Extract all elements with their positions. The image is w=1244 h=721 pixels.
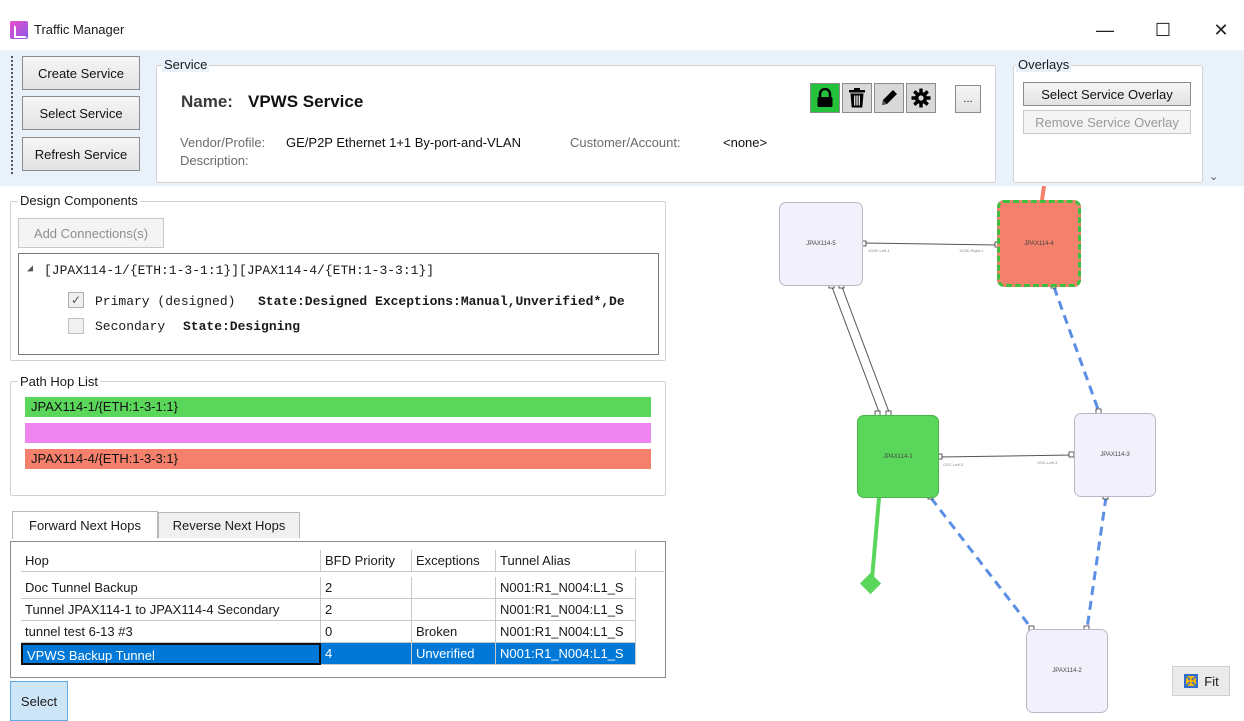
cell-hop[interactable]: Doc Tunnel Backup xyxy=(21,577,321,599)
cell-exceptions[interactable]: Unverified xyxy=(412,643,496,665)
tree-expand-icon[interactable]: ◢ xyxy=(27,263,33,275)
secondary-state: State:Designing xyxy=(183,319,301,334)
settings-button[interactable] xyxy=(906,83,936,113)
gear-icon xyxy=(911,88,931,108)
cell-bfd-priority[interactable]: 0 xyxy=(321,621,412,643)
customer-account-value: <none> xyxy=(723,135,768,150)
customer-account-label: Customer/Account: xyxy=(570,135,681,150)
cell-bfd-priority[interactable]: 2 xyxy=(321,599,412,621)
fit-label: Fit xyxy=(1204,673,1219,689)
svg-text:OSC-Left-3: OSC-Left-3 xyxy=(943,462,964,467)
secondary-label[interactable]: Secondary xyxy=(95,319,165,334)
path-hop-list-label: Path Hop List xyxy=(18,374,101,389)
column-header-hop[interactable]: Hop xyxy=(21,550,321,572)
select-button[interactable]: Select xyxy=(10,681,68,721)
link-jpax114-5-to-jpax114-1-a[interactable] xyxy=(831,286,880,413)
primary-label[interactable]: Primary (designed) xyxy=(95,294,235,309)
select-service-button[interactable]: Select Service xyxy=(22,96,140,130)
service-name-label: Name: xyxy=(181,92,233,111)
tab-reverse-next-hops[interactable]: Reverse Next Hops xyxy=(158,512,300,538)
link-stub xyxy=(1040,186,1046,201)
path-hop-item[interactable]: JPAX114-1/{ETH:1-3-1:1} xyxy=(25,397,651,417)
lock-button[interactable] xyxy=(810,83,840,113)
node-jpax114-3[interactable]: JPAX114-3 xyxy=(1074,413,1156,497)
app-icon xyxy=(10,21,28,39)
cell-tunnel-alias[interactable]: N001:R1_N004:L1_S xyxy=(496,621,636,643)
cell-tunnel-alias[interactable]: N001:R1_N004:L1_S xyxy=(496,599,636,621)
node-jpax114-1[interactable]: JPAX114-1 xyxy=(857,415,939,498)
remove-service-overlay-button[interactable]: Remove Service Overlay xyxy=(1023,110,1191,134)
window-title: Traffic Manager xyxy=(34,22,125,37)
maximize-button[interactable]: ☐ xyxy=(1140,12,1186,48)
cell-tunnel-alias[interactable]: N001:R1_N004:L1_S xyxy=(496,577,636,599)
link-jpax114-1-to-jpax114-3[interactable] xyxy=(938,454,1073,458)
column-header-exceptions[interactable]: Exceptions xyxy=(412,550,496,572)
close-button[interactable]: ✕ xyxy=(1198,12,1244,48)
design-components-label: Design Components xyxy=(18,193,140,208)
cell-bfd-priority[interactable]: 2 xyxy=(321,577,412,599)
path-hop-item[interactable] xyxy=(25,423,651,443)
primary-checkbox[interactable]: ✓ xyxy=(68,292,84,308)
cell-exceptions[interactable] xyxy=(412,599,496,621)
toolbar-overflow-icon[interactable]: ⌄ xyxy=(1209,170,1218,183)
node-jpax114-4[interactable]: JPAX114-4 xyxy=(997,200,1081,287)
svg-text:OSC-Left-3: OSC-Left-3 xyxy=(1037,460,1058,465)
lock-icon xyxy=(817,88,833,107)
pencil-icon xyxy=(882,90,897,105)
column-header-tunnel-alias[interactable]: Tunnel Alias xyxy=(496,550,636,572)
svg-text:10GE-Right-1: 10GE-Right-1 xyxy=(959,248,984,253)
service-name-value: VPWS Service xyxy=(248,92,364,111)
cell-hop[interactable]: Tunnel JPAX114-1 to JPAX114-4 Secondary xyxy=(21,599,321,621)
cell-exceptions[interactable] xyxy=(412,577,496,599)
refresh-service-button[interactable]: Refresh Service xyxy=(22,137,140,171)
cell-hop[interactable]: VPWS Backup Tunnel xyxy=(21,643,321,665)
column-header-bfd-priority[interactable]: BFD Priority xyxy=(321,550,412,572)
create-service-button[interactable]: Create Service xyxy=(22,56,140,90)
vendor-profile-label: Vendor/Profile: xyxy=(180,135,266,150)
fit-button[interactable]: Fit xyxy=(1172,666,1230,696)
column-header-filler xyxy=(636,550,664,572)
cell-hop[interactable]: tunnel test 6-13 #3 xyxy=(21,621,321,643)
overlays-group-label: Overlays xyxy=(1016,57,1072,72)
client-link[interactable] xyxy=(870,497,881,580)
node-jpax114-2[interactable]: JPAX114-2 xyxy=(1026,629,1108,713)
cell-tunnel-alias[interactable]: N001:R1_N004:L1_S xyxy=(496,643,636,665)
link-jpax114-1-to-jpax114-2[interactable] xyxy=(929,497,1034,630)
fit-icon xyxy=(1184,674,1199,688)
title-bar: Traffic Manager — ☐ ✕ xyxy=(0,0,1244,50)
tree-root-item[interactable]: [JPAX114-1/{ETH:1-3-1:1}][JPAX114-4/{ETH… xyxy=(44,263,434,278)
link-jpax114-5-to-jpax114-1-b[interactable] xyxy=(841,286,890,413)
cell-bfd-priority[interactable]: 4 xyxy=(321,643,412,665)
topology-links: 10GE-Left-1 10GE-Right-1 OSC-Left-3 OSC-… xyxy=(828,186,1109,632)
topology-diagram[interactable]: 10GE-Left-1 10GE-Right-1 OSC-Left-3 OSC-… xyxy=(675,186,1244,721)
next-hops-table: Hop BFD Priority Exceptions Tunnel Alias… xyxy=(10,541,666,678)
service-group-label: Service xyxy=(162,57,210,72)
more-button[interactable]: ... xyxy=(955,85,981,113)
add-connections-button[interactable]: Add Connections(s) xyxy=(18,218,164,248)
edit-button[interactable] xyxy=(874,83,904,113)
link-jpax114-4-to-jpax114-3[interactable] xyxy=(1052,286,1101,413)
cell-exceptions[interactable]: Broken xyxy=(412,621,496,643)
minimize-button[interactable]: — xyxy=(1082,12,1128,48)
trash-icon xyxy=(849,88,865,108)
tab-forward-next-hops[interactable]: Forward Next Hops xyxy=(12,511,158,539)
svg-text:10GE-Left-1: 10GE-Left-1 xyxy=(868,248,891,253)
select-service-overlay-button[interactable]: Select Service Overlay xyxy=(1023,82,1191,106)
link-jpax114-3-to-jpax114-2[interactable] xyxy=(1085,496,1108,630)
link-jpax114-5-to-jpax114-4[interactable] xyxy=(862,242,998,246)
description-label: Description: xyxy=(180,153,249,168)
node-jpax114-5[interactable]: JPAX114-5 xyxy=(779,202,863,286)
vendor-profile-value: GE/P2P Ethernet 1+1 By-port-and-VLAN xyxy=(286,135,521,150)
client-endpoint[interactable] xyxy=(859,572,882,595)
primary-state: State:Designed Exceptions:Manual,Unverif… xyxy=(258,294,625,309)
path-hop-item[interactable]: JPAX114-4/{ETH:1-3-3:1} xyxy=(25,449,651,469)
delete-button[interactable] xyxy=(842,83,872,113)
secondary-checkbox[interactable] xyxy=(68,318,84,334)
toolbar-grip[interactable] xyxy=(11,56,15,174)
